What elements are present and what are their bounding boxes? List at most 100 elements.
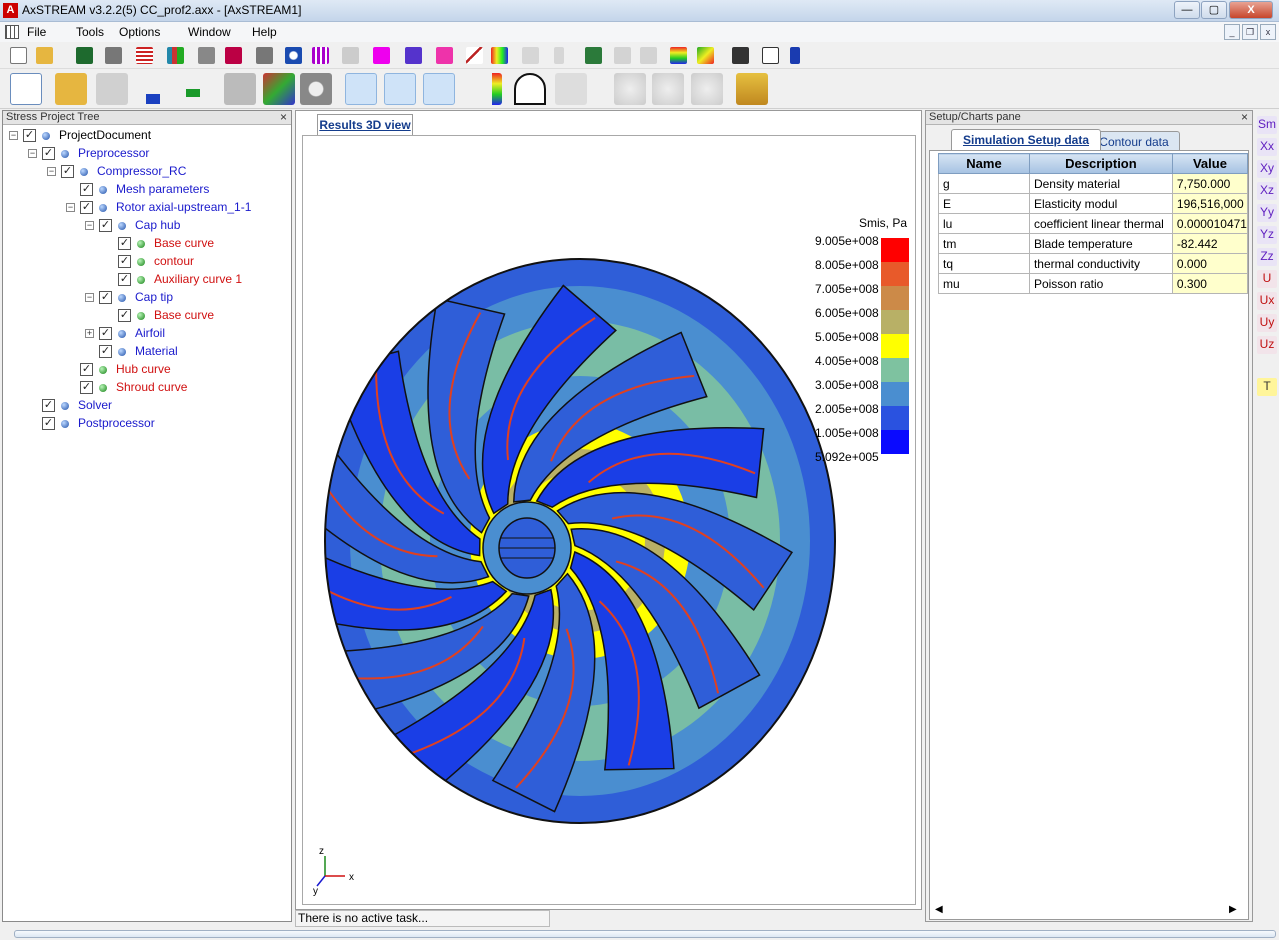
collapse-icon[interactable]: −: [66, 203, 75, 212]
tree-node-checkbox[interactable]: ✓: [99, 327, 112, 340]
tree-node-label[interactable]: Rotor axial-upstream_1-1: [116, 200, 251, 214]
result-component-button[interactable]: Sm: [1257, 116, 1277, 134]
tree-node-label[interactable]: contour: [154, 254, 194, 268]
impeller-stress-plot[interactable]: [321, 258, 845, 832]
tree-node-checkbox[interactable]: ✓: [118, 255, 131, 268]
mdi-minimize-button[interactable]: _: [1224, 24, 1240, 40]
tree-node-checkbox[interactable]: ✓: [80, 363, 93, 376]
column-header-name[interactable]: Name: [938, 153, 1030, 174]
collapse-icon[interactable]: −: [85, 221, 94, 230]
table-row[interactable]: tq thermal conductivity 0.000: [938, 253, 1249, 274]
menu-options[interactable]: Options: [119, 25, 160, 39]
table-row[interactable]: lu coefficient linear thermal 0.000010471: [938, 213, 1249, 234]
line-chart-icon[interactable]: [466, 47, 483, 64]
calculator-icon[interactable]: [585, 47, 602, 64]
tree-node-label[interactable]: Airfoil: [135, 326, 165, 340]
info-icon[interactable]: [790, 47, 800, 64]
mdi-restore-button[interactable]: ❐: [1242, 24, 1258, 40]
new-file-icon[interactable]: [10, 47, 27, 64]
ring-icon[interactable]: [285, 47, 302, 64]
collapse-icon[interactable]: −: [85, 293, 94, 302]
tree-node-label[interactable]: Compressor_RC: [97, 164, 186, 178]
colored-cube-icon[interactable]: [263, 73, 295, 105]
result-component-button[interactable]: U: [1257, 270, 1277, 288]
tree-node-label[interactable]: Solver: [78, 398, 112, 412]
arrow-up-icon[interactable]: [182, 77, 204, 109]
tree-node-label[interactable]: Preprocessor: [78, 146, 149, 160]
color-map-icon[interactable]: [491, 47, 508, 64]
tree-node-label[interactable]: Hub curve: [116, 362, 171, 376]
waves-icon[interactable]: [342, 47, 359, 64]
shaded-view-button[interactable]: [345, 73, 377, 105]
mdi-close-button[interactable]: x: [1260, 24, 1276, 40]
expand-icon[interactable]: +: [85, 329, 94, 338]
new-document-icon[interactable]: [10, 73, 42, 105]
print-icon[interactable]: [105, 47, 122, 64]
cross-icon[interactable]: [225, 47, 242, 64]
result-component-button[interactable]: Uy: [1257, 314, 1277, 332]
tree-node-checkbox[interactable]: ✓: [99, 219, 112, 232]
list-icon[interactable]: [136, 47, 153, 64]
tree-node-checkbox[interactable]: ✓: [118, 309, 131, 322]
table-row[interactable]: mu Poisson ratio 0.300: [938, 273, 1249, 294]
tree-node-checkbox[interactable]: ✓: [23, 129, 36, 142]
broom-clear-icon[interactable]: [736, 73, 768, 105]
mesh-cube-icon[interactable]: [224, 73, 256, 105]
tab-results-3d-view[interactable]: Results 3D view: [317, 114, 413, 135]
collapse-icon[interactable]: −: [47, 167, 56, 176]
tree-node-checkbox[interactable]: ✓: [99, 291, 112, 304]
stop-icon[interactable]: [300, 73, 332, 105]
tree-node-checkbox[interactable]: ✓: [118, 273, 131, 286]
tree-node-label[interactable]: Base curve: [154, 308, 214, 322]
menu-help[interactable]: Help: [252, 25, 277, 39]
minimize-button[interactable]: —: [1174, 1, 1200, 19]
tree-node-label[interactable]: Cap tip: [135, 290, 173, 304]
tree-node-label[interactable]: Cap hub: [135, 218, 180, 232]
result-component-button[interactable]: Zz: [1257, 248, 1277, 266]
result-component-button[interactable]: Xx: [1257, 138, 1277, 156]
table-row[interactable]: tm Blade temperature -82.442: [938, 233, 1249, 254]
wireframe-view-button[interactable]: [384, 73, 416, 105]
menu-file[interactable]: File: [27, 25, 46, 39]
scroll-left-arrow-icon[interactable]: ◀: [935, 904, 943, 915]
column-header-value[interactable]: Value: [1171, 153, 1249, 174]
table-row[interactable]: E Elasticity modul 196,516,000: [938, 193, 1249, 214]
context-help-icon[interactable]: [762, 47, 779, 64]
cell-value[interactable]: 196,516,000: [1171, 193, 1249, 214]
result-component-button[interactable]: Ux: [1257, 292, 1277, 310]
cell-value[interactable]: 0.000010471: [1171, 213, 1249, 234]
tree-node-checkbox[interactable]: ✓: [80, 201, 93, 214]
curve-icon[interactable]: [436, 47, 453, 64]
result-component-button[interactable]: Xy: [1257, 160, 1277, 178]
tree-node-label[interactable]: Material: [135, 344, 178, 358]
wrench-icon[interactable]: [732, 47, 749, 64]
tree-node-label[interactable]: Auxiliary curve 1: [154, 272, 242, 286]
tree-node-label[interactable]: Shroud curve: [116, 380, 187, 394]
bars-icon[interactable]: [312, 47, 329, 64]
text-annotation-icon[interactable]: [514, 73, 546, 105]
tree-node-label[interactable]: Base curve: [154, 236, 214, 250]
tree-pane-close-button[interactable]: ×: [280, 110, 287, 124]
collapse-icon[interactable]: −: [28, 149, 37, 158]
close-window-button[interactable]: X: [1229, 1, 1273, 19]
result-component-button[interactable]: Yy: [1257, 204, 1277, 222]
horizontal-scrollbar[interactable]: ◀ ▶: [933, 903, 1249, 919]
table-row[interactable]: g Density material 7,750.000: [938, 173, 1249, 194]
save-icon[interactable]: [76, 47, 93, 64]
tree-node-checkbox[interactable]: ✓: [99, 345, 112, 358]
tree-node-checkbox[interactable]: ✓: [80, 381, 93, 394]
maximize-button[interactable]: ▢: [1201, 1, 1227, 19]
open-project-icon[interactable]: [55, 73, 87, 105]
tree-node-checkbox[interactable]: ✓: [42, 399, 55, 412]
tab-contour-data[interactable]: Contour data: [1088, 131, 1180, 150]
mesh-view-button[interactable]: [423, 73, 455, 105]
menu-window[interactable]: Window: [188, 25, 231, 39]
cell-value[interactable]: 0.000: [1171, 253, 1249, 274]
setup-pane-close-button[interactable]: ×: [1241, 110, 1248, 124]
cell-value[interactable]: -82.442: [1171, 233, 1249, 254]
tree-node-checkbox[interactable]: ✓: [42, 147, 55, 160]
result-component-button[interactable]: Xz: [1257, 182, 1277, 200]
chart-icon[interactable]: [256, 47, 273, 64]
collapse-icon[interactable]: −: [9, 131, 18, 140]
tree-node-label[interactable]: Postprocessor: [78, 416, 155, 430]
